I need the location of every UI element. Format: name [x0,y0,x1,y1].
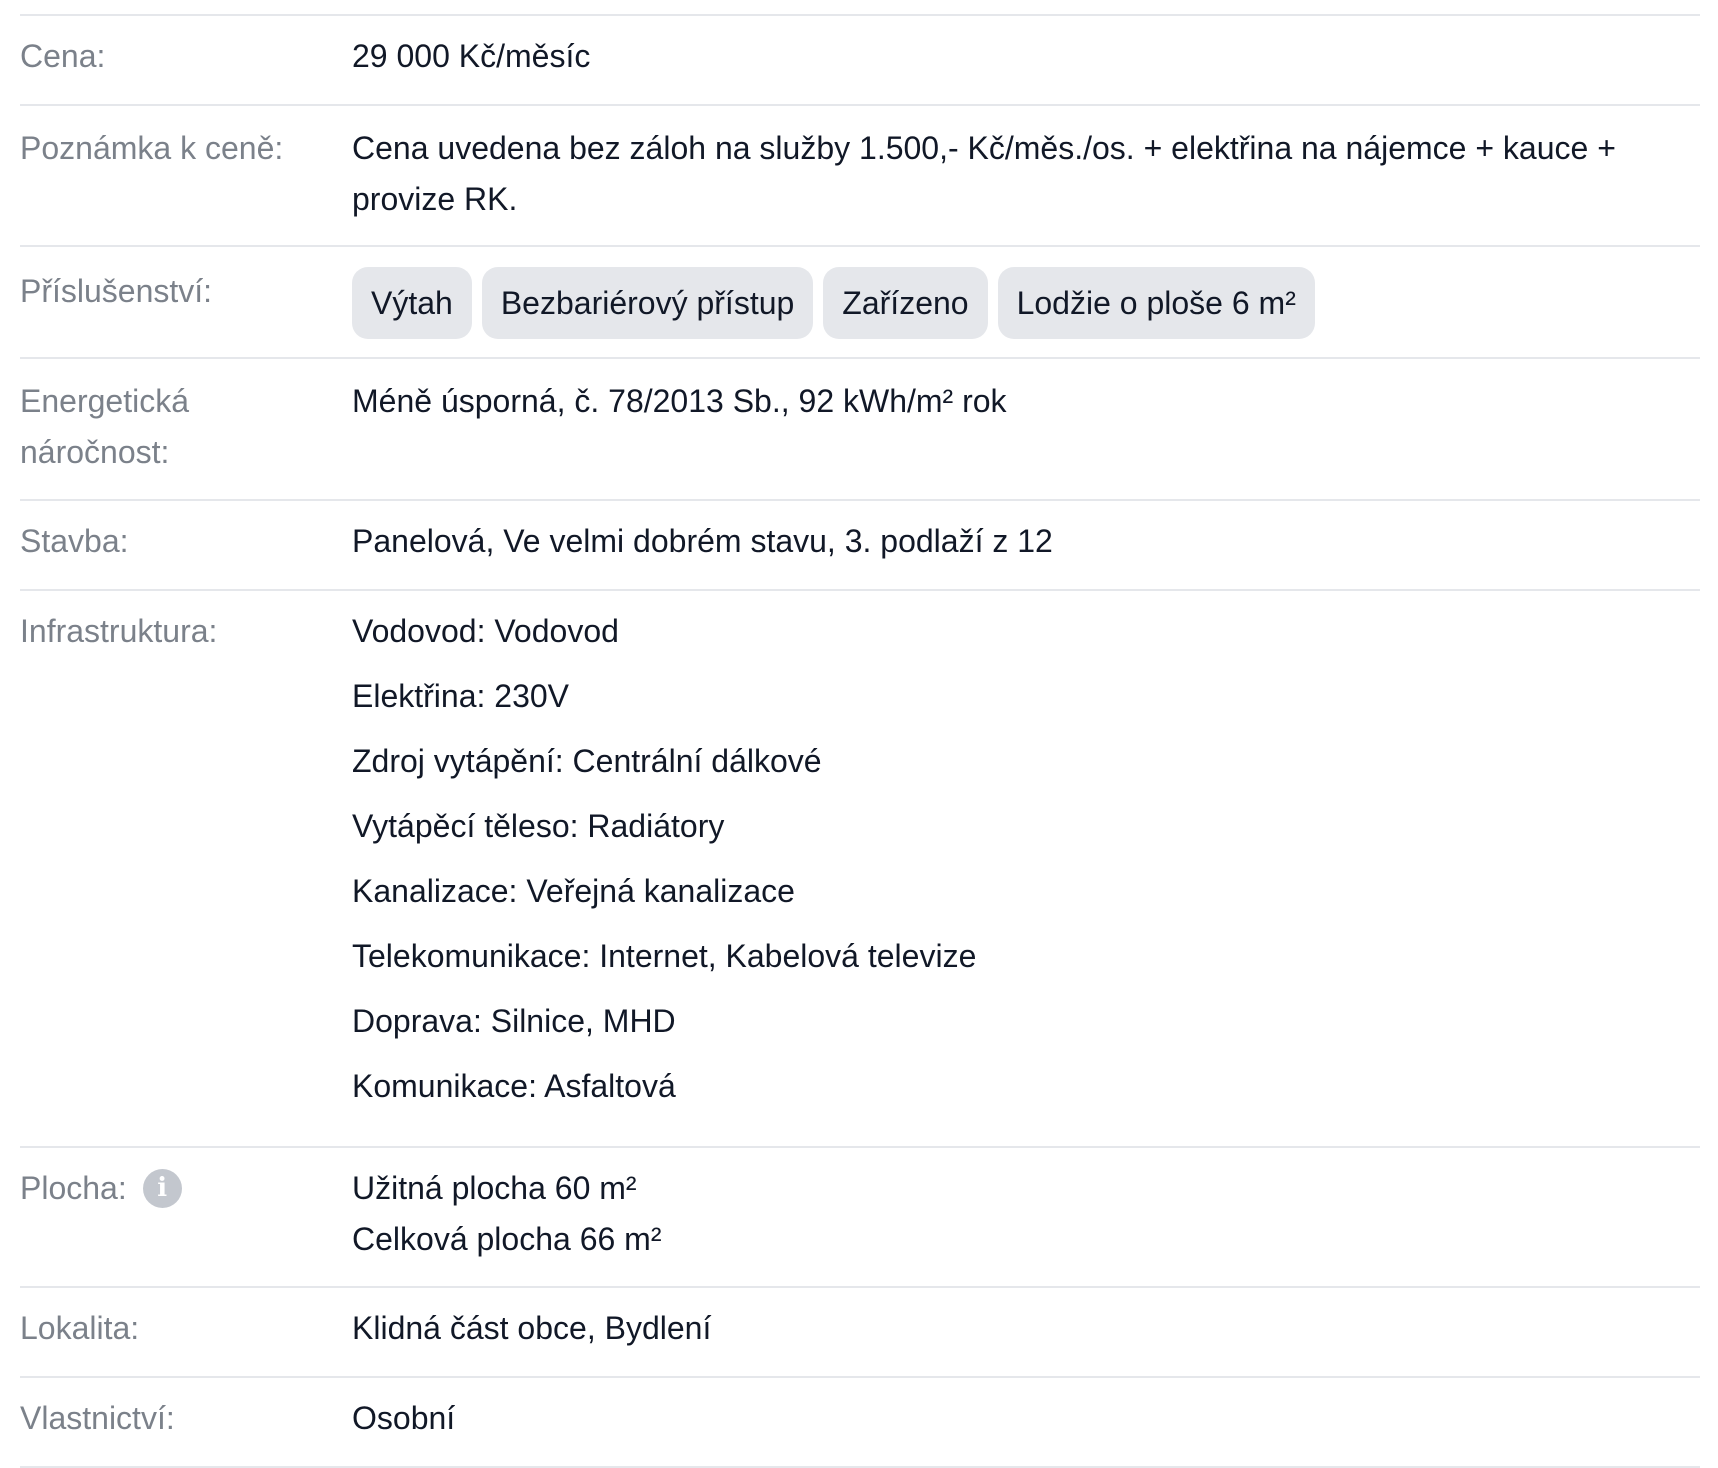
amenity-tag: Zařízeno [823,267,988,339]
row-label: Stavba: [20,523,129,559]
infrastructure-list: Vodovod: Vodovod Elektřina: 230V Zdroj v… [352,606,1700,1146]
row-label-with-icon: Plocha: i [20,1163,352,1286]
row-plocha: Plocha: i Užitná plocha 60 m² Celková pl… [20,1148,1700,1288]
price-value: 29 000 Kč/měsíc [352,38,591,74]
row-label: Vlastnictví: [20,1400,175,1436]
location-value: Klidná část obce, Bydlení [352,1310,712,1346]
info-icon[interactable]: i [142,1169,182,1208]
row-vlastnictvi: Vlastnictví: Osobní [20,1378,1700,1468]
infrastructure-item: Zdroj vytápění: Centrální dálkové [352,743,822,779]
row-label: Infrastruktura: [20,613,218,649]
amenity-tag: Bezbariérový přístup [481,267,814,339]
row-prislusenstvi: Příslušenství: Výtah Bezbariérový přístu… [20,247,1700,359]
amenity-tag: Výtah [352,267,472,339]
infrastructure-item: Telekomunikace: Internet, Kabelová telev… [352,938,977,974]
amenities-tags: Výtah Bezbariérový přístup Zařízeno Lodž… [352,267,1700,357]
price-note-value: Cena uvedena bez záloh na služby 1.500,-… [352,130,1616,217]
row-label: Plocha: [20,1170,127,1206]
row-cena: Cena: 29 000 Kč/měsíc [20,16,1700,106]
building-value: Panelová, Ve velmi dobrém stavu, 3. podl… [352,523,1053,559]
row-label: Energetická náročnost: [20,383,189,470]
total-area-value: Celková plocha 66 m² [352,1221,662,1257]
row-label: Cena: [20,38,106,74]
infrastructure-item: Vodovod: Vodovod [352,613,619,649]
area-values: Užitná plocha 60 m² Celková plocha 66 m² [352,1163,1700,1286]
infrastructure-item: Elektřina: 230V [352,678,570,714]
row-label: Poznámka k ceně: [20,130,284,166]
row-lokalita: Lokalita: Klidná část obce, Bydlení [20,1288,1700,1378]
property-details-table: Cena: 29 000 Kč/měsíc Poznámka k ceně: C… [20,14,1700,1468]
infrastructure-item: Vytápěcí těleso: Radiátory [352,808,725,844]
infrastructure-item: Doprava: Silnice, MHD [352,1003,676,1039]
row-stavba: Stavba: Panelová, Ve velmi dobrém stavu,… [20,501,1700,591]
row-label: Lokalita: [20,1310,140,1346]
usable-area-value: Užitná plocha 60 m² [352,1170,637,1206]
energy-rating-value: Méně úsporná, č. 78/2013 Sb., 92 kWh/m² … [352,383,1007,419]
amenity-tag: Lodžie o ploše 6 m² [997,267,1315,339]
row-infrastruktura: Infrastruktura: Vodovod: Vodovod Elektři… [20,591,1700,1148]
row-label: Příslušenství: [20,273,213,309]
row-energeticka: Energetická náročnost: Méně úsporná, č. … [20,359,1700,501]
infrastructure-item: Komunikace: Asfaltová [352,1068,676,1104]
infrastructure-item: Kanalizace: Veřejná kanalizace [352,873,795,909]
ownership-value: Osobní [352,1400,456,1436]
row-poznamka: Poznámka k ceně: Cena uvedena bez záloh … [20,106,1700,247]
